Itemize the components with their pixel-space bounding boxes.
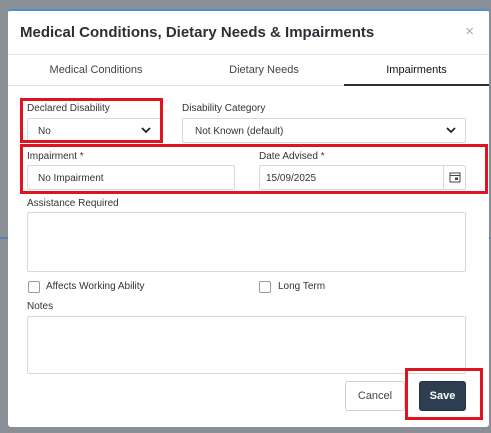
tab-medical-conditions[interactable]: Medical Conditions: [8, 56, 184, 86]
impairment-value: No Impairment: [38, 173, 104, 184]
declared-disability-label: Declared Disability: [27, 103, 110, 114]
date-advised-label: Date Advised *: [259, 151, 325, 162]
tab-impairments[interactable]: Impairments: [344, 56, 489, 86]
impairments-dialog: Medical Conditions, Dietary Needs & Impa…: [8, 9, 489, 427]
disability-category-label: Disability Category: [182, 103, 266, 114]
disability-category-value: Not Known (default): [195, 126, 284, 137]
disability-category-select[interactable]: Not Known (default): [182, 118, 466, 143]
declared-disability-select[interactable]: No: [27, 118, 161, 143]
tab-dietary-needs[interactable]: Dietary Needs: [184, 56, 344, 86]
cancel-button[interactable]: Cancel: [345, 381, 405, 411]
affects-working-ability-label: Affects Working Ability: [46, 281, 145, 292]
backdrop-edge-left: [0, 237, 8, 239]
long-term-checkbox[interactable]: [259, 281, 271, 293]
notes-textarea[interactable]: [27, 316, 466, 374]
impairment-label: Impairment *: [27, 151, 84, 162]
tab-bar: Medical Conditions Dietary Needs Impairm…: [8, 56, 489, 86]
date-advised-value: 15/09/2025: [266, 173, 317, 184]
calendar-icon[interactable]: [443, 166, 465, 189]
save-button[interactable]: Save: [419, 381, 466, 411]
dialog-header: Medical Conditions, Dietary Needs & Impa…: [8, 11, 489, 55]
affects-working-ability-checkbox[interactable]: [28, 281, 40, 293]
chevron-down-icon: [141, 127, 151, 134]
impairment-field[interactable]: No Impairment: [27, 165, 235, 190]
close-icon[interactable]: ×: [465, 23, 474, 40]
date-advised-input[interactable]: 15/09/2025: [259, 165, 466, 190]
dialog-title: Medical Conditions, Dietary Needs & Impa…: [20, 24, 375, 41]
declared-disability-value: No: [38, 126, 51, 137]
assistance-required-label: Assistance Required: [27, 198, 119, 209]
chevron-down-icon: [446, 127, 456, 134]
notes-label: Notes: [27, 301, 54, 312]
long-term-label: Long Term: [278, 281, 326, 292]
assistance-required-textarea[interactable]: [27, 212, 466, 272]
